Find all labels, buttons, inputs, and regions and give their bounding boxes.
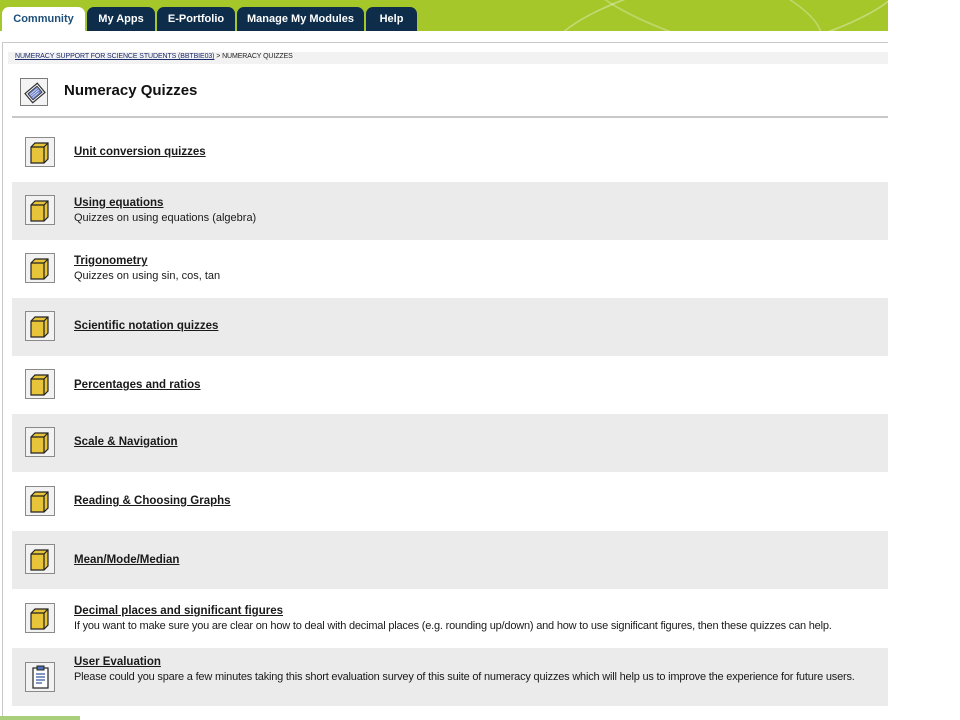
item-title-link[interactable]: Reading & Choosing Graphs — [74, 495, 231, 507]
survey-icon[interactable] — [25, 662, 55, 692]
list-item-decimal-places: Decimal places and significant figures I… — [12, 589, 888, 647]
item-description: Quizzes on using sin, cos, tan — [74, 270, 221, 282]
folder-icon[interactable] — [25, 486, 55, 516]
divider — [12, 116, 888, 118]
folder-icon[interactable] — [25, 137, 55, 167]
breadcrumb-module-link[interactable]: NUMERACY SUPPORT FOR SCIENCE STUDENTS (B… — [15, 53, 215, 60]
bottom-accent — [0, 716, 80, 720]
tab-my-apps[interactable]: My Apps — [87, 7, 155, 31]
item-title-link[interactable]: Trigonometry — [74, 255, 147, 267]
tab-e-portfolio[interactable]: E-Portfolio — [157, 7, 235, 31]
breadcrumb: NUMERACY SUPPORT FOR SCIENCE STUDENTS (B… — [15, 53, 293, 60]
list-item-unit-conversion: Unit conversion quizzes — [12, 124, 888, 182]
folder-icon[interactable] — [25, 195, 55, 225]
tab-manage-my-modules[interactable]: Manage My Modules — [237, 7, 364, 31]
tab-community[interactable]: Community — [2, 7, 85, 31]
folder-icon[interactable] — [25, 544, 55, 574]
item-title-link[interactable]: User Evaluation — [74, 656, 161, 668]
page-title: Numeracy Quizzes — [64, 82, 198, 99]
folder-icon[interactable] — [25, 427, 55, 457]
breadcrumb-separator: > — [214, 53, 223, 60]
item-description: If you want to make sure you are clear o… — [74, 620, 832, 632]
nav-tabs: Community My Apps E-Portfolio Manage My … — [2, 7, 417, 31]
folder-icon[interactable] — [25, 253, 55, 283]
list-item-using-equations: Using equations Quizzes on using equatio… — [12, 182, 888, 240]
breadcrumb-current: NUMERACY QUIZZES — [222, 53, 293, 60]
quiz-page-icon — [20, 78, 48, 106]
top-nav-bar: Community My Apps E-Portfolio Manage My … — [0, 0, 888, 31]
item-description: Quizzes on using equations (algebra) — [74, 212, 257, 224]
folder-icon[interactable] — [25, 369, 55, 399]
list-item-scale-navigation: Scale & Navigation — [12, 414, 888, 472]
folder-icon[interactable] — [25, 311, 55, 341]
list-item-percentages: Percentages and ratios — [12, 356, 888, 414]
folder-icon[interactable] — [25, 603, 55, 633]
item-title-link[interactable]: Scale & Navigation — [74, 436, 178, 448]
item-title-link[interactable]: Scientific notation quizzes — [74, 320, 218, 332]
list-item-scientific-notation: Scientific notation quizzes — [12, 298, 888, 356]
item-title-link[interactable]: Unit conversion quizzes — [74, 146, 206, 158]
page-margin — [888, 0, 960, 720]
item-description: Please could you spare a few minutes tak… — [74, 671, 855, 683]
tab-help[interactable]: Help — [366, 7, 417, 31]
item-title-link[interactable]: Using equations — [74, 197, 163, 209]
item-title-link[interactable]: Mean/Mode/Median — [74, 554, 179, 566]
item-title-link[interactable]: Percentages and ratios — [74, 379, 201, 391]
item-title-link[interactable]: Decimal places and significant figures — [74, 605, 283, 617]
list-item-reading-graphs: Reading & Choosing Graphs — [12, 472, 888, 530]
list-item-mean-mode-median: Mean/Mode/Median — [12, 531, 888, 589]
list-item-user-evaluation: User Evaluation Please could you spare a… — [12, 648, 888, 706]
list-item-trigonometry: Trigonometry Quizzes on using sin, cos, … — [12, 240, 888, 298]
